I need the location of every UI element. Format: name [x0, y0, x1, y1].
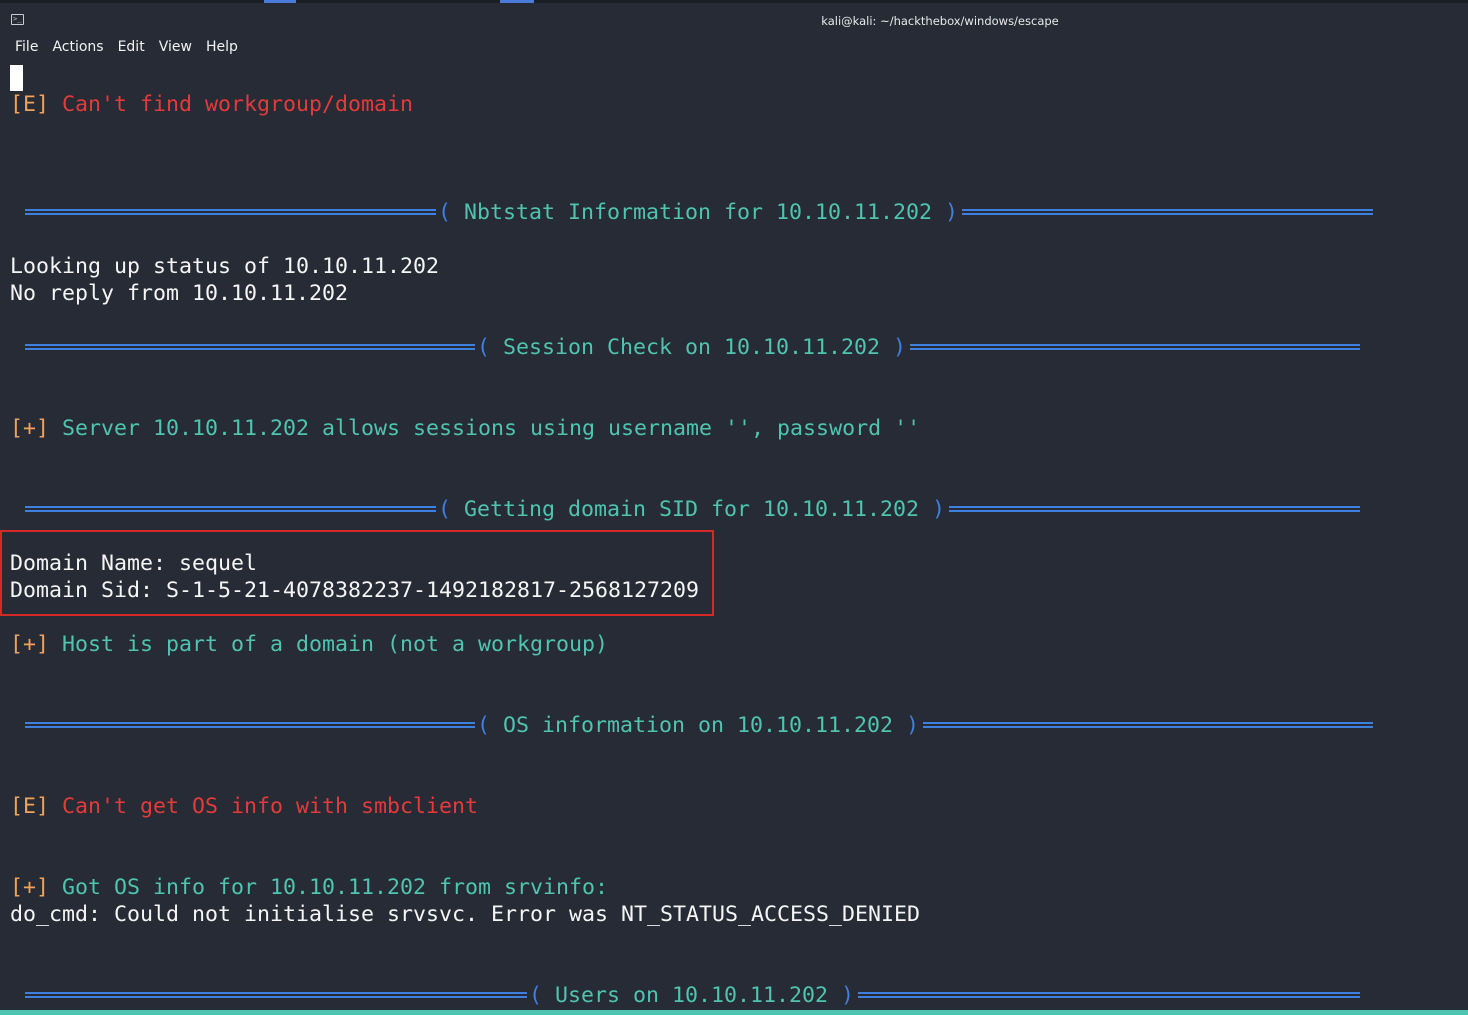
section-banner-domain-sid: ( Getting domain SID for 10.10.11.202 ) [0, 496, 1468, 523]
menubar: File Actions Edit View Help [0, 36, 245, 60]
menu-help[interactable]: Help [199, 36, 245, 60]
banner-title: ( Users on 10.10.11.202 ) [529, 983, 855, 1008]
banner-rule [25, 992, 527, 998]
success-tag: [+] [10, 416, 50, 441]
banner-rule [25, 209, 436, 215]
nbtstat-lookup-line: Looking up status of 10.10.11.202 [10, 254, 440, 279]
success-tag: [+] [10, 632, 50, 657]
terminal-output[interactable]: [E] Can't find workgroup/domain ( Nbtsta… [0, 63, 1468, 1015]
menu-file[interactable]: File [8, 36, 45, 60]
error-line-workgroup: [E] Can't find workgroup/domain [10, 91, 413, 118]
domain-info-highlight-box [0, 530, 714, 616]
success-tag: [+] [10, 875, 50, 900]
success-text: Got OS info for 10.10.11.202 from srvinf… [62, 875, 609, 900]
error-text: Can't find workgroup/domain [62, 92, 414, 117]
host-domain-line: [+] Host is part of a domain (not a work… [10, 631, 608, 658]
banner-title: ( OS information on 10.10.11.202 ) [477, 713, 920, 738]
do-cmd-line: do_cmd: Could not initialise srvsvc. Err… [10, 902, 921, 927]
nbtstat-reply-line: No reply from 10.10.11.202 [10, 281, 349, 306]
banner-title: ( Getting domain SID for 10.10.11.202 ) [438, 497, 946, 522]
banner-rule [25, 722, 475, 728]
banner-rule [923, 722, 1373, 728]
error-line-os: [E] Can't get OS info with smbclient [10, 793, 478, 820]
banner-rule [25, 506, 436, 512]
next-line-strip [0, 1010, 1468, 1015]
terminal-icon: >_ [11, 14, 24, 25]
banner-rule [25, 344, 475, 350]
os-info-line: [+] Got OS info for 10.10.11.202 from sr… [10, 874, 608, 901]
banner-rule [858, 992, 1360, 998]
error-text: Can't get OS info with smbclient [62, 794, 479, 819]
text-cursor [10, 65, 23, 91]
banner-rule [962, 209, 1373, 215]
success-text: Host is part of a domain (not a workgrou… [62, 632, 609, 657]
section-banner-users: ( Users on 10.10.11.202 ) [0, 982, 1468, 1009]
banner-title: ( Session Check on 10.10.11.202 ) [477, 335, 907, 360]
top-taskbar-strip [0, 0, 1468, 3]
menu-view[interactable]: View [152, 36, 199, 60]
titlebar: >_ kali@kali: ~/hackthebox/windows/escap… [0, 4, 1468, 36]
menu-actions[interactable]: Actions [45, 36, 110, 60]
error-tag: [E] [10, 92, 50, 117]
banner-title: ( Nbtstat Information for 10.10.11.202 ) [438, 200, 959, 225]
session-ok-line: [+] Server 10.10.11.202 allows sessions … [10, 415, 920, 442]
banner-rule [949, 506, 1360, 512]
banner-rule [910, 344, 1360, 350]
menu-edit[interactable]: Edit [111, 36, 152, 60]
success-text: Server 10.10.11.202 allows sessions usin… [62, 416, 921, 441]
terminal-window: >_ kali@kali: ~/hackthebox/windows/escap… [0, 0, 1468, 1015]
window-title: kali@kali: ~/hackthebox/windows/escape [821, 14, 1059, 28]
section-banner-nbtstat: ( Nbtstat Information for 10.10.11.202 ) [0, 199, 1468, 226]
error-tag: [E] [10, 794, 50, 819]
section-banner-session: ( Session Check on 10.10.11.202 ) [0, 334, 1468, 361]
workspace-indicator[interactable] [500, 0, 534, 3]
workspace-indicator[interactable] [264, 0, 296, 3]
section-banner-os: ( OS information on 10.10.11.202 ) [0, 712, 1468, 739]
